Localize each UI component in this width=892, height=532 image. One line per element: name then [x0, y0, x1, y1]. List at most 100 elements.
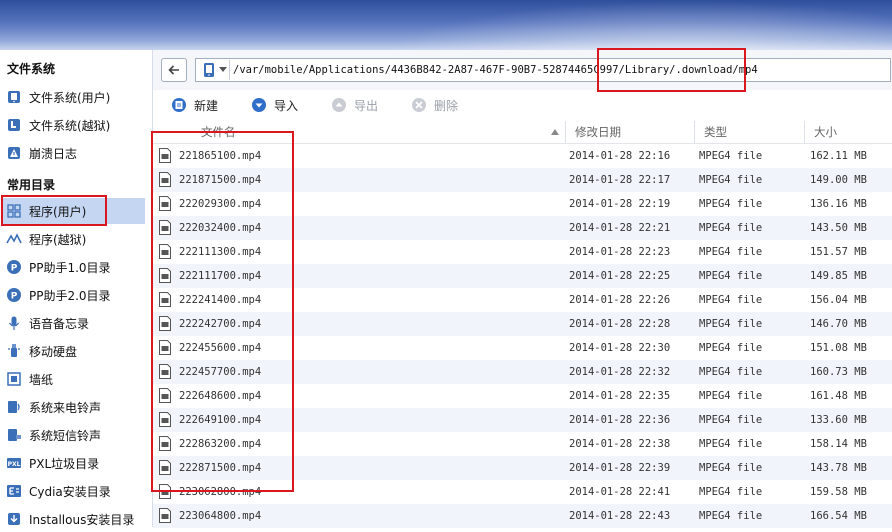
sidebar-item-sms-ringtone[interactable]: 系统短信铃声 [2, 422, 145, 448]
toolbar: 新建 导入 导出 删除 [153, 90, 892, 120]
column-header-size[interactable]: 大小 [814, 121, 837, 143]
file-type: MPEG4 file [699, 510, 763, 522]
file-type: MPEG4 file [699, 438, 763, 450]
file-type: MPEG4 file [699, 222, 763, 234]
address-row: /var/mobile/Applications/4436B842-2A87-4… [153, 50, 892, 90]
svg-text:P: P [11, 292, 18, 302]
import-icon [252, 98, 266, 112]
file-date: 2014-01-28 22:23 [569, 246, 671, 258]
file-date: 2014-01-28 22:38 [569, 438, 671, 450]
sidebar-item-usb-drive[interactable]: 移动硬盘 [2, 338, 145, 364]
file-size: 156.04 MB [810, 294, 867, 306]
usb-drive-icon [8, 344, 20, 357]
sidebar-item-apps-jailbreak[interactable]: 程序(越狱) [2, 226, 145, 252]
file-type: MPEG4 file [699, 198, 763, 210]
sidebar-item-installous[interactable]: Installous安装目录 [2, 506, 145, 532]
file-date: 2014-01-28 22:35 [569, 390, 671, 402]
sidebar-item-pxl-trash[interactable]: PXL PXL垃圾目录 [2, 450, 145, 476]
file-size: 143.50 MB [810, 222, 867, 234]
column-header-date[interactable]: 修改日期 [575, 121, 621, 143]
highlight-sidebar-box [1, 195, 107, 226]
file-type: MPEG4 file [699, 294, 763, 306]
file-type: MPEG4 file [699, 246, 763, 258]
installous-icon [8, 513, 20, 525]
cydia-icon [7, 485, 21, 497]
table-row[interactable]: 223064800.mp4 2014-01-28 22:43 MPEG4 file 1… [153, 504, 892, 528]
file-type: MPEG4 file [699, 462, 763, 474]
column-divider[interactable] [565, 121, 566, 143]
file-type: MPEG4 file [699, 174, 763, 186]
delete-button[interactable]: 删除 [411, 96, 458, 114]
file-date: 2014-01-28 22:32 [569, 366, 671, 378]
ringtone-icon [8, 401, 20, 413]
file-size: 149.00 MB [810, 174, 867, 186]
export-icon [332, 98, 346, 112]
section-title-common: 常用目录 [7, 178, 56, 192]
file-date: 2014-01-28 22:26 [569, 294, 671, 306]
file-date: 2014-01-28 22:43 [569, 510, 671, 522]
import-button[interactable]: 导入 [251, 96, 298, 114]
file-size: 158.14 MB [810, 438, 867, 450]
file-size: 151.08 MB [810, 342, 867, 354]
file-type: MPEG4 file [699, 486, 763, 498]
file-type: MPEG4 file [699, 318, 763, 330]
file-type: MPEG4 file [699, 366, 763, 378]
file-type: MPEG4 file [699, 150, 763, 162]
file-date: 2014-01-28 22:19 [569, 198, 671, 210]
sidebar-item-call-ringtone[interactable]: 系统来电铃声 [2, 394, 145, 420]
file-size: 143.78 MB [810, 462, 867, 474]
column-divider[interactable] [804, 121, 805, 143]
file-date: 2014-01-28 22:36 [569, 414, 671, 426]
sidebar-item-filesystem-user[interactable]: 文件系统(用户) [2, 84, 145, 110]
column-header-type[interactable]: 类型 [704, 121, 727, 143]
file-type: MPEG4 file [699, 390, 763, 402]
file-size: 136.16 MB [810, 198, 867, 210]
microphone-icon [8, 316, 20, 330]
svg-text:P: P [11, 264, 18, 274]
file-size: 161.48 MB [810, 390, 867, 402]
device-icon [204, 63, 214, 77]
jailbreak-app-icon [6, 233, 22, 244]
file-size: 151.57 MB [810, 246, 867, 258]
highlight-files-box [151, 131, 294, 492]
export-button[interactable]: 导出 [331, 96, 378, 114]
sidebar-item-pp1[interactable]: P PP助手1.0目录 [2, 254, 145, 280]
file-size: 162.11 MB [810, 150, 867, 162]
file-size: 160.73 MB [810, 366, 867, 378]
file-date: 2014-01-28 22:30 [569, 342, 671, 354]
sidebar-item-wallpaper[interactable]: 墙纸 [2, 366, 145, 392]
sidebar-item-pp2[interactable]: P PP助手2.0目录 [2, 282, 145, 308]
file-date: 2014-01-28 22:16 [569, 150, 671, 162]
sidebar-item-cydia[interactable]: Cydia安装目录 [2, 478, 145, 504]
address-bar[interactable]: /var/mobile/Applications/4436B842-2A87-4… [195, 58, 891, 82]
file-date: 2014-01-28 22:25 [569, 270, 671, 282]
file-date: 2014-01-28 22:41 [569, 486, 671, 498]
file-date: 2014-01-28 22:28 [569, 318, 671, 330]
sidebar-item-filesystem-jailbreak[interactable]: 文件系统(越狱) [2, 112, 145, 138]
file-type: MPEG4 file [699, 342, 763, 354]
back-button[interactable] [161, 58, 187, 82]
chevron-down-icon [219, 67, 227, 72]
warning-icon [8, 147, 20, 159]
new-button[interactable]: 新建 [171, 96, 218, 114]
file-name: 223064800.mp4 [179, 510, 262, 522]
highlight-path-box [597, 48, 746, 92]
file-date: 2014-01-28 22:21 [569, 222, 671, 234]
sort-up-icon [551, 129, 559, 135]
phone-jailbreak-icon [8, 119, 20, 131]
sidebar-item-crash-log[interactable]: 崩溃日志 [2, 140, 145, 166]
file-date: 2014-01-28 22:39 [569, 462, 671, 474]
file-type: MPEG4 file [699, 414, 763, 426]
pp-icon: P [7, 260, 21, 274]
file-size: 146.70 MB [810, 318, 867, 330]
sms-tone-icon [8, 429, 21, 441]
file-size: 133.60 MB [810, 414, 867, 426]
new-icon [172, 98, 186, 112]
column-divider[interactable] [694, 121, 695, 143]
back-arrow-icon [168, 65, 179, 75]
address-dropdown[interactable] [217, 60, 230, 80]
sidebar: 文件系统 文件系统(用户) 文件系统(越狱) 崩溃日志 常用目录 程序(用户) … [0, 50, 153, 527]
delete-icon [412, 98, 426, 112]
pxl-icon: PXL [7, 458, 21, 468]
sidebar-item-voice-memo[interactable]: 语音备忘录 [2, 310, 145, 336]
